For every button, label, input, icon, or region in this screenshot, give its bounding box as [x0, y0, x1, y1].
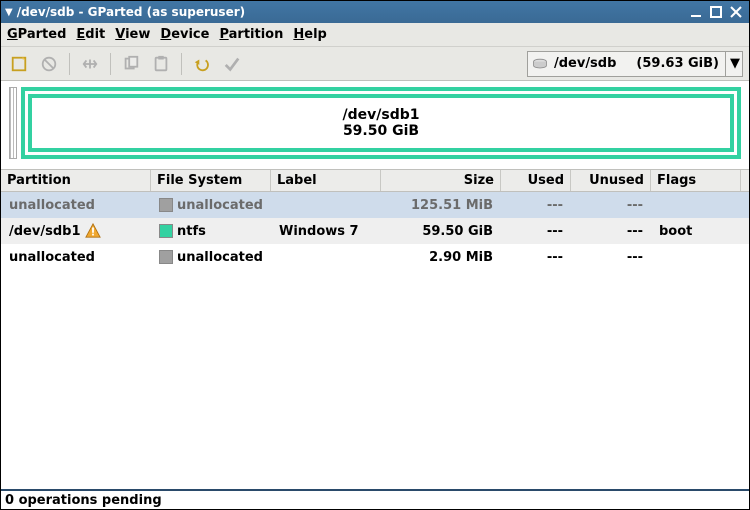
menu-gparted[interactable]: GParted: [7, 27, 66, 42]
size-cell: 59.50 GiB: [381, 224, 501, 239]
col-filesystem[interactable]: File System: [151, 170, 271, 191]
minimize-button[interactable]: [687, 4, 705, 20]
size-cell: 2.90 MiB: [381, 250, 501, 265]
menu-view[interactable]: View: [115, 27, 150, 42]
partition-diagram[interactable]: /dev/sdb1 59.50 GiB: [1, 81, 749, 170]
paste-button[interactable]: [149, 52, 173, 76]
toolbar-separator: [110, 53, 111, 75]
menu-partition[interactable]: Partition: [219, 27, 283, 42]
delete-partition-button[interactable]: [37, 52, 61, 76]
table-header-row: Partition File System Label Size Used Un…: [1, 170, 749, 192]
fs-swatch: [159, 224, 173, 238]
chevron-down-icon: ▼: [725, 52, 740, 76]
partition-name: /dev/sdb1: [9, 224, 81, 239]
warning-icon: [85, 223, 101, 239]
fs-name: unallocated: [177, 250, 263, 265]
diagram-partition-size: 59.50 GiB: [343, 123, 419, 139]
col-flags[interactable]: Flags: [651, 170, 741, 191]
close-button[interactable]: [727, 4, 745, 20]
title-bar: ▼ /dev/sdb - GParted (as superuser): [1, 1, 749, 23]
device-path: /dev/sdb: [554, 56, 616, 71]
used-cell: ---: [501, 250, 571, 265]
col-size[interactable]: Size: [381, 170, 501, 191]
device-selector[interactable]: /dev/sdb (59.63 GiB) ▼: [527, 51, 743, 77]
menu-help[interactable]: Help: [293, 27, 326, 42]
toolbar-separator: [69, 53, 70, 75]
window-menu-icon[interactable]: ▼: [5, 7, 13, 18]
label-cell: Windows 7: [271, 224, 381, 239]
resize-move-button[interactable]: [78, 52, 102, 76]
menu-edit[interactable]: Edit: [76, 27, 105, 42]
used-cell: ---: [501, 224, 571, 239]
device-size: (59.63 GiB): [636, 56, 719, 71]
table-body: unallocated unallocated 125.51 MiB --- -…: [1, 192, 749, 489]
diagram-partition[interactable]: /dev/sdb1 59.50 GiB: [28, 94, 734, 152]
table-row[interactable]: /dev/sdb1 ntfs Windows 7 59.50 GiB --- -…: [1, 218, 749, 244]
unused-cell: ---: [571, 250, 651, 265]
diagram-partition-name: /dev/sdb1: [343, 107, 420, 123]
toolbar-separator: [181, 53, 182, 75]
unused-cell: ---: [571, 198, 651, 213]
table-row[interactable]: unallocated unallocated 125.51 MiB --- -…: [1, 192, 749, 218]
apply-button[interactable]: [220, 52, 244, 76]
disk-icon: [532, 57, 548, 71]
partition-name: unallocated: [9, 250, 95, 265]
menu-device[interactable]: Device: [160, 27, 209, 42]
col-used[interactable]: Used: [501, 170, 571, 191]
window-title: /dev/sdb - GParted (as superuser): [17, 5, 245, 19]
fs-swatch: [159, 250, 173, 264]
fs-swatch: [159, 198, 173, 212]
used-cell: ---: [501, 198, 571, 213]
menu-bar: GParted Edit View Device Partition Help: [1, 23, 749, 47]
col-label[interactable]: Label: [271, 170, 381, 191]
partition-table: Partition File System Label Size Used Un…: [1, 170, 749, 489]
copy-button[interactable]: [119, 52, 143, 76]
fs-name: ntfs: [177, 224, 206, 239]
unused-cell: ---: [571, 224, 651, 239]
diagram-handle: [9, 87, 17, 159]
col-partition[interactable]: Partition: [1, 170, 151, 191]
status-text: 0 operations pending: [5, 493, 162, 508]
size-cell: 125.51 MiB: [381, 198, 501, 213]
fs-name: unallocated: [177, 198, 263, 213]
new-partition-button[interactable]: [7, 52, 31, 76]
partition-name: unallocated: [9, 198, 95, 213]
toolbar: /dev/sdb (59.63 GiB) ▼: [1, 47, 749, 81]
undo-button[interactable]: [190, 52, 214, 76]
flags-cell: boot: [651, 224, 741, 239]
table-row[interactable]: unallocated unallocated 2.90 MiB --- ---: [1, 244, 749, 270]
maximize-button[interactable]: [707, 4, 725, 20]
status-bar: 0 operations pending: [1, 489, 749, 509]
col-unused[interactable]: Unused: [571, 170, 651, 191]
